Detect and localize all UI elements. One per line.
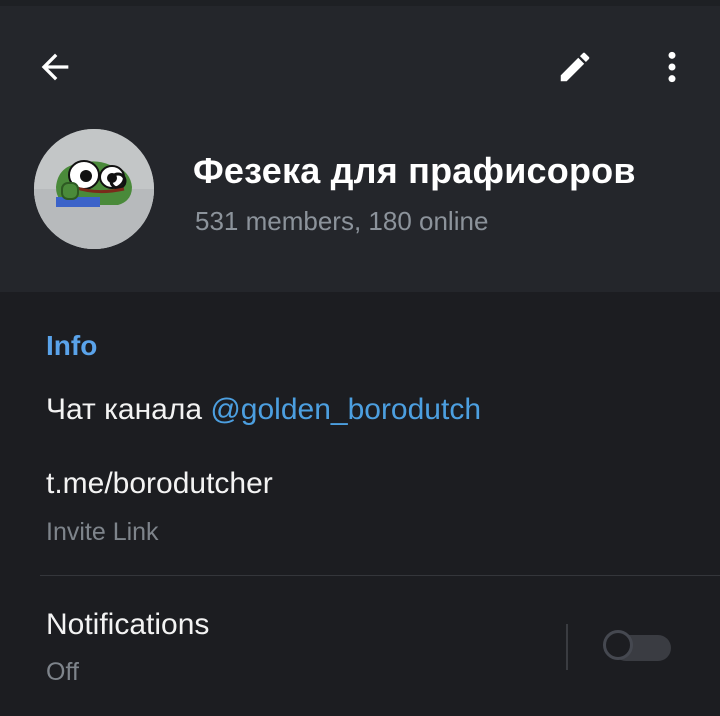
toggle-knob bbox=[603, 630, 633, 660]
pencil-icon bbox=[560, 52, 590, 82]
notifications-label: Notifications bbox=[46, 608, 210, 641]
invite-link-label: Invite Link bbox=[46, 518, 159, 546]
profile-header: Фезека для прафисоров 531 members, 180 o… bbox=[0, 6, 720, 292]
description-text: Чат канала bbox=[46, 393, 211, 426]
channel-link[interactable]: @golden_borodutch bbox=[210, 393, 481, 426]
info-section-title: Info bbox=[46, 330, 98, 361]
vertical-separator bbox=[566, 624, 568, 670]
group-title: Фезека для прафисоров bbox=[193, 150, 636, 191]
back-button[interactable] bbox=[31, 43, 79, 91]
more-options-button[interactable] bbox=[648, 43, 696, 91]
divider bbox=[40, 575, 720, 576]
notifications-status: Off bbox=[46, 658, 79, 686]
arrow-left-icon bbox=[41, 53, 69, 81]
description-row: Чат канала @golden_borodutch bbox=[46, 393, 481, 427]
edit-button[interactable] bbox=[551, 43, 599, 91]
notifications-toggle[interactable] bbox=[603, 630, 673, 662]
notifications-row[interactable]: Notifications Off bbox=[0, 590, 720, 700]
more-vert-icon bbox=[668, 51, 676, 83]
invite-link[interactable]: t.me/borodutcher bbox=[46, 467, 273, 501]
group-avatar[interactable] bbox=[34, 129, 154, 249]
member-count: 531 members, 180 online bbox=[195, 206, 489, 236]
frog-avatar-image bbox=[34, 129, 154, 249]
